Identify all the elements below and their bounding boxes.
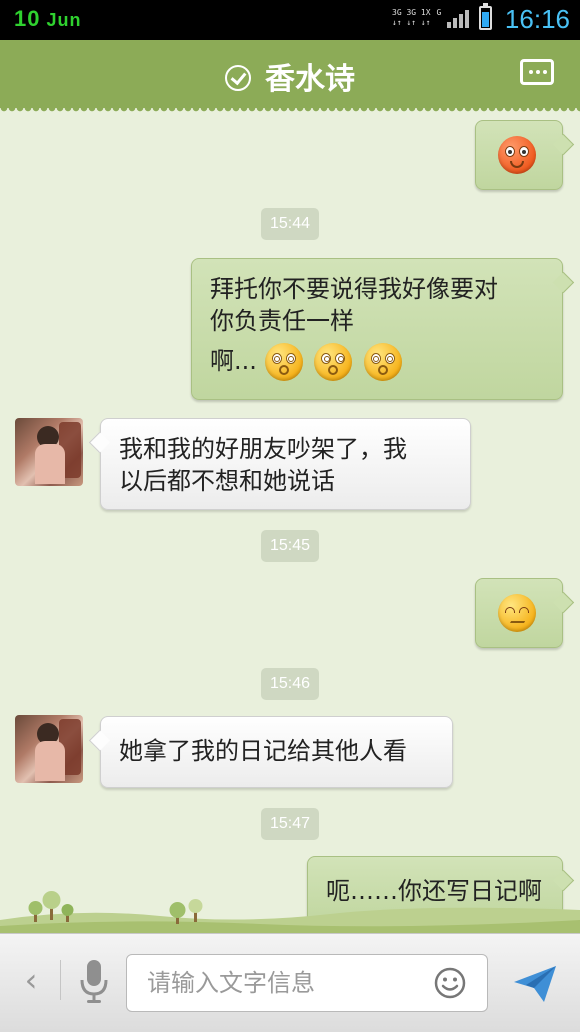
status-bar: 10 Jun 3G 3G 1X ↓↑ ↓↑ ↓↑ G 16:16 (0, 0, 580, 40)
chat-more-icon[interactable] (520, 59, 554, 85)
status-day: 10 (14, 6, 41, 31)
status-icons: 3G 3G 1X ↓↑ ↓↑ ↓↑ G (392, 3, 493, 30)
network-activity: ↓↑ ↓↑ ↓↑ (392, 18, 431, 27)
message-line: 她拿了我的日记给其他人看 (119, 737, 407, 765)
network-types: 3G 3G 1X (392, 8, 431, 17)
message-line: 拜托你不要说得我好像要对 (210, 275, 498, 303)
signal-icon (447, 8, 470, 28)
dizzy-face-emoji (264, 343, 303, 381)
check-circle-icon (225, 64, 251, 91)
microphone-icon[interactable] (78, 956, 110, 1006)
network-indicator: 3G 3G 1X ↓↑ ↓↑ ↓↑ (392, 8, 431, 28)
embarrassed-face-emoji (498, 594, 536, 632)
status-month: Jun (46, 10, 82, 30)
timestamp: 15:44 (261, 208, 319, 240)
chevron-left-icon[interactable]: ‹ (16, 962, 46, 998)
message-bubble-incoming[interactable]: 她拿了我的日记给其他人看 (100, 716, 453, 788)
message-bubble-outgoing[interactable]: 呃……你还写日记啊 (307, 856, 563, 926)
chat-title: 香水诗 (265, 62, 355, 97)
message-bubble-outgoing[interactable] (475, 578, 563, 648)
title-bar: 香水诗 (0, 40, 580, 114)
avatar[interactable] (15, 715, 83, 783)
network-g-label: G (437, 8, 442, 28)
angry-face-emoji (498, 136, 536, 174)
message-line: 我和我的好朋友吵架了，我 (119, 435, 407, 463)
send-icon[interactable] (512, 964, 558, 1004)
message-bubble-outgoing[interactable]: 拜托你不要说得我好像要对 你负责任一样 啊... (191, 258, 563, 400)
message-line: 你负责任一样 (210, 307, 354, 335)
avatar[interactable] (15, 418, 83, 486)
dizzy-face-emoji (314, 343, 353, 381)
smiley-icon[interactable] (434, 967, 466, 999)
timestamp: 15:47 (261, 808, 319, 840)
chat-area[interactable]: 15:44 拜托你不要说得我好像要对 你负责任一样 啊... 我和我的好朋友吵架… (0, 108, 580, 933)
timestamp: 15:46 (261, 668, 319, 700)
timestamp: 15:45 (261, 530, 319, 562)
chat-title-wrap: 香水诗 (0, 54, 580, 98)
status-time: 16:16 (504, 4, 570, 34)
message-tail-text: 啊... (210, 347, 257, 375)
message-line: 呃……你还写日记啊 (326, 877, 542, 905)
divider (60, 960, 61, 1000)
network-g: G (436, 8, 442, 17)
message-line: 以后都不想和她说话 (119, 467, 335, 495)
input-bar: ‹ (0, 933, 580, 1032)
status-date: 10 Jun (14, 6, 82, 32)
battery-icon (479, 3, 493, 30)
message-bubble-incoming[interactable]: 我和我的好朋友吵架了，我 以后都不想和她说话 (100, 418, 471, 510)
message-bubble-outgoing[interactable] (475, 120, 563, 190)
dizzy-face-emoji (363, 343, 402, 381)
message-tail-row: 啊... (210, 343, 562, 381)
